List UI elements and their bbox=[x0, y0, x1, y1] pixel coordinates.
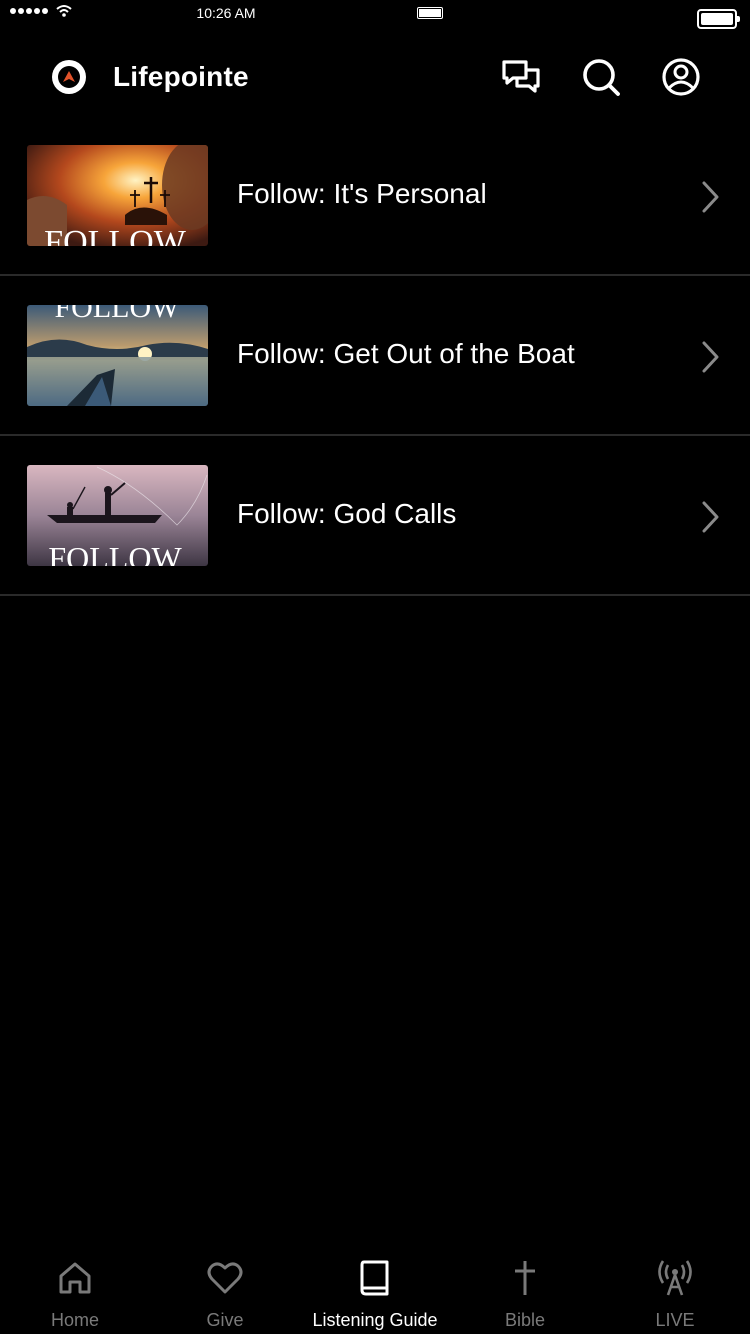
list-item[interactable]: FOLLOW Follow: God Calls bbox=[0, 436, 750, 596]
list-item-title: Follow: Get Out of the Boat bbox=[237, 338, 575, 369]
tab-live[interactable]: LIVE bbox=[600, 1244, 750, 1334]
tab-bible[interactable]: Bible bbox=[450, 1244, 600, 1334]
tab-give[interactable]: Give bbox=[150, 1244, 300, 1334]
app-header: Lifepointe bbox=[0, 44, 750, 110]
thumbnail-title: FOLLOW bbox=[48, 540, 182, 566]
search-icon[interactable] bbox=[580, 56, 622, 98]
thumbnail-image: FOLLOW bbox=[27, 145, 208, 246]
list-item-title: Follow: God Calls bbox=[237, 498, 457, 529]
tab-label: Home bbox=[50, 1310, 99, 1330]
tab-home[interactable]: Home bbox=[0, 1244, 150, 1334]
chevron-right-icon bbox=[702, 341, 719, 373]
heart-icon bbox=[207, 1262, 243, 1294]
list-item-title: Follow: It's Personal bbox=[237, 178, 487, 209]
thumbnail-title: FOLLOW bbox=[55, 305, 181, 324]
battery-icon bbox=[417, 7, 443, 19]
chevron-right-icon bbox=[702, 501, 719, 533]
tab-bar: Home Give Listening Guide Bible LIVE bbox=[0, 1244, 750, 1334]
list-item[interactable]: FOLLOW Follow: It's Personal bbox=[0, 116, 750, 276]
sermon-list: FOLLOW Follow: It's Personal FOLLOW Foll… bbox=[0, 116, 750, 596]
chevron-right-icon bbox=[702, 181, 719, 213]
list-item[interactable]: FOLLOW Follow: Get Out of the Boat bbox=[0, 276, 750, 436]
home-icon bbox=[59, 1262, 91, 1294]
thumbnail-title: FOLLOW bbox=[44, 224, 187, 246]
tab-label: Bible bbox=[504, 1310, 546, 1330]
thumbnail-image: FOLLOW bbox=[27, 305, 208, 406]
status-time: 10:26 AM bbox=[196, 5, 256, 21]
tab-label: Listening Guide bbox=[312, 1310, 438, 1330]
logo-arrow-icon bbox=[63, 71, 75, 82]
book-icon bbox=[360, 1260, 389, 1296]
chat-icon[interactable] bbox=[500, 56, 542, 98]
tab-label: LIVE bbox=[655, 1310, 695, 1330]
thumbnail-image: FOLLOW bbox=[27, 465, 208, 566]
battery-icon bbox=[697, 9, 740, 29]
profile-icon[interactable] bbox=[660, 56, 702, 98]
app-logo[interactable] bbox=[52, 60, 86, 94]
status-bar: 10:26 AM bbox=[0, 0, 750, 34]
tab-label: Give bbox=[206, 1310, 244, 1330]
tab-listening-guide[interactable]: Listening Guide bbox=[300, 1244, 450, 1334]
cross-icon bbox=[515, 1261, 535, 1295]
broadcast-icon bbox=[658, 1260, 692, 1296]
app-title: Lifepointe bbox=[113, 61, 249, 92]
